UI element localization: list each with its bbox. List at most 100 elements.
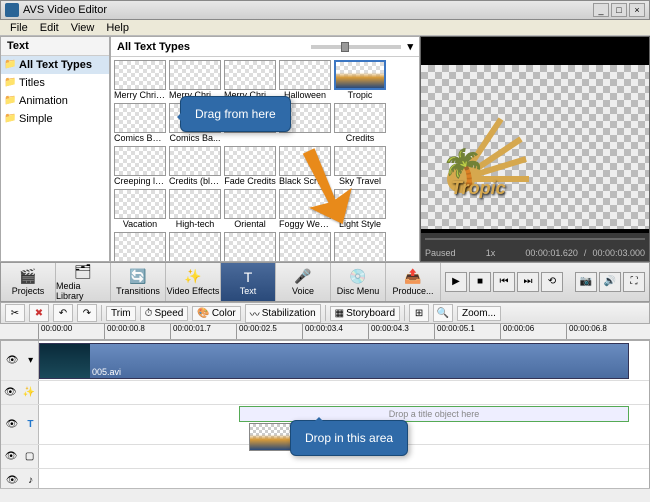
fx-icon: ✨ <box>23 387 35 398</box>
redo-button[interactable]: ↷ <box>77 304 97 322</box>
video-track[interactable]: 👁 ▾ 005.avi <box>1 341 649 381</box>
delete-button[interactable]: ✖ <box>29 304 49 322</box>
preview-status: Paused <box>425 248 456 258</box>
toolbar-disc-menu[interactable]: 💿Disc Menu <box>331 263 386 301</box>
callout-drag: Drag from here <box>180 96 291 132</box>
menu-edit[interactable]: Edit <box>36 22 63 34</box>
gallery-thumb[interactable]: Light Style <box>334 189 386 229</box>
gallery-thumb[interactable]: High-tech <box>169 189 221 229</box>
gallery-thumb[interactable]: Text <box>114 232 166 261</box>
horizontal-scrollbar[interactable] <box>0 488 650 502</box>
toolbar-text[interactable]: TText <box>221 263 276 301</box>
toolbar-voice[interactable]: 🎤Voice <box>276 263 331 301</box>
preview-seek-bar[interactable] <box>421 233 649 245</box>
close-button[interactable]: × <box>629 3 645 17</box>
zoom-fit-button[interactable]: ⊞ <box>409 304 429 322</box>
gallery-thumb[interactable]: Text <box>334 232 386 261</box>
preview-speed: 1x <box>486 248 496 258</box>
overlay-icon: ▢ <box>25 451 34 462</box>
storyboard-button[interactable]: ▦ Storyboard <box>330 306 400 321</box>
main-toolbar: 🎬Projects🗂Media Library🔄Transitions✨Vide… <box>0 262 650 302</box>
thumb-size-slider[interactable] <box>311 45 401 49</box>
title-bar: AVS Video Editor _ □ × <box>0 0 650 20</box>
gallery-thumb[interactable]: Comics Ballo... <box>114 103 166 143</box>
gallery-menu-icon[interactable]: ▾ <box>407 40 413 53</box>
gallery-thumb[interactable]: Merry Christ... <box>114 60 166 100</box>
eye-icon[interactable]: 👁 <box>6 355 19 366</box>
speed-button[interactable]: ⏱ Speed <box>140 306 189 321</box>
callout-drop: Drop in this area <box>290 420 408 456</box>
sidebar-item-simple[interactable]: Simple <box>1 110 109 128</box>
gallery-thumb[interactable]: Tropic <box>334 60 386 100</box>
gallery-thumb[interactable]: Foggy Wek... <box>279 189 331 229</box>
menu-help[interactable]: Help <box>102 22 133 34</box>
stop-button[interactable]: ■ <box>469 272 491 292</box>
gallery-thumb[interactable]: Merry Christ... <box>224 60 276 100</box>
video-clip[interactable]: 005.avi <box>39 343 629 379</box>
app-icon <box>5 3 19 17</box>
sidebar-item-animation[interactable]: Animation <box>1 92 109 110</box>
text-icon: T <box>27 419 33 430</box>
toolbar-video-effects[interactable]: ✨Video Effects <box>166 263 221 301</box>
toolbar-produce-[interactable]: 📤Produce... <box>386 263 441 301</box>
volume-button[interactable]: 🔊 <box>599 272 621 292</box>
loop-button[interactable]: ⟲ <box>541 272 563 292</box>
eye-icon[interactable]: 👁 <box>5 451 18 462</box>
gallery-thumb[interactable]: Text <box>224 232 276 261</box>
clip-name: 005.avi <box>92 367 121 377</box>
effects-track[interactable]: 👁✨ <box>1 381 649 405</box>
undo-button[interactable]: ↶ <box>53 304 73 322</box>
toolbar-projects[interactable]: 🎬Projects <box>1 263 56 301</box>
fullscreen-button[interactable]: ⛶ <box>623 272 645 292</box>
preview-time-current: 00:00:01.620 <box>525 248 578 258</box>
text-gallery: All Text Types ▾ Merry Christ...Merry Ch… <box>110 36 420 262</box>
menu-view[interactable]: View <box>67 22 99 34</box>
preview-panel: 🌴 Tropic Paused 1x 00:00:01.620 / 00:00:… <box>420 36 650 262</box>
timeline-ruler[interactable]: 00:00:0000:00:00.800:00:01.700:00:02.500… <box>0 324 650 340</box>
sidebar-item-titles[interactable]: Titles <box>1 74 109 92</box>
maximize-button[interactable]: □ <box>611 3 627 17</box>
gallery-thumb[interactable]: Merry Christ... <box>169 60 221 100</box>
eye-icon[interactable]: 👁 <box>4 387 17 398</box>
gallery-thumb[interactable]: Text <box>169 232 221 261</box>
audio-icon: ♪ <box>28 475 33 486</box>
eye-icon[interactable]: 👁 <box>6 475 19 486</box>
zoom-menu[interactable]: Zoom... <box>457 306 501 321</box>
sidebar-item-all[interactable]: All Text Types <box>1 56 109 74</box>
gallery-thumb[interactable]: Credits <box>334 103 386 143</box>
gallery-thumb[interactable]: Halloween <box>279 60 331 100</box>
preview-overlay-text: Tropic <box>451 178 506 199</box>
menu-file[interactable]: File <box>6 22 32 34</box>
minimize-button[interactable]: _ <box>593 3 609 17</box>
eye-icon[interactable]: 👁 <box>6 419 19 430</box>
preview-video[interactable]: 🌴 Tropic <box>421 37 649 233</box>
snapshot-button[interactable]: 📷 <box>575 272 597 292</box>
gallery-thumb[interactable]: Creeping line <box>114 146 166 186</box>
collapse-icon[interactable]: ▾ <box>28 355 33 366</box>
stabilization-button[interactable]: 〰 Stabilization <box>245 304 321 323</box>
gallery-thumb[interactable]: Fade Credits <box>224 146 276 186</box>
gallery-thumb[interactable]: Vacation <box>114 189 166 229</box>
gallery-thumb[interactable]: Oriental <box>224 189 276 229</box>
color-button[interactable]: 🎨 Color <box>192 306 240 321</box>
preview-time-total: 00:00:03.000 <box>592 248 645 258</box>
zoom-in-button[interactable]: 🔍 <box>433 304 453 322</box>
toolbar-transitions[interactable]: 🔄Transitions <box>111 263 166 301</box>
trim-button[interactable]: Trim <box>106 306 136 321</box>
toolbar-media-library[interactable]: 🗂Media Library <box>56 263 111 301</box>
next-button[interactable]: ⏭ <box>517 272 539 292</box>
gallery-header: All Text Types <box>117 41 190 53</box>
gallery-thumb[interactable]: Credits (black) <box>169 146 221 186</box>
prev-button[interactable]: ⏮ <box>493 272 515 292</box>
menu-bar: File Edit View Help <box>0 20 650 36</box>
sidebar-header: Text <box>1 37 109 56</box>
play-button[interactable]: ▶ <box>445 272 467 292</box>
gallery-thumb[interactable]: Black Screen... <box>279 146 331 186</box>
timeline-toolbar: ✂ ✖ ↶ ↷ Trim ⏱ Speed 🎨 Color 〰 Stabiliza… <box>0 302 650 324</box>
playback-controls: ▶ ■ ⏮ ⏭ ⟲ 📷 🔊 ⛶ <box>441 263 649 301</box>
gallery-thumb[interactable]: Text <box>279 232 331 261</box>
split-button[interactable]: ✂ <box>5 304 25 322</box>
category-sidebar: Text All Text Types Titles Animation Sim… <box>0 36 110 262</box>
gallery-thumb[interactable]: Sky Travel <box>334 146 386 186</box>
window-title: AVS Video Editor <box>23 4 107 16</box>
